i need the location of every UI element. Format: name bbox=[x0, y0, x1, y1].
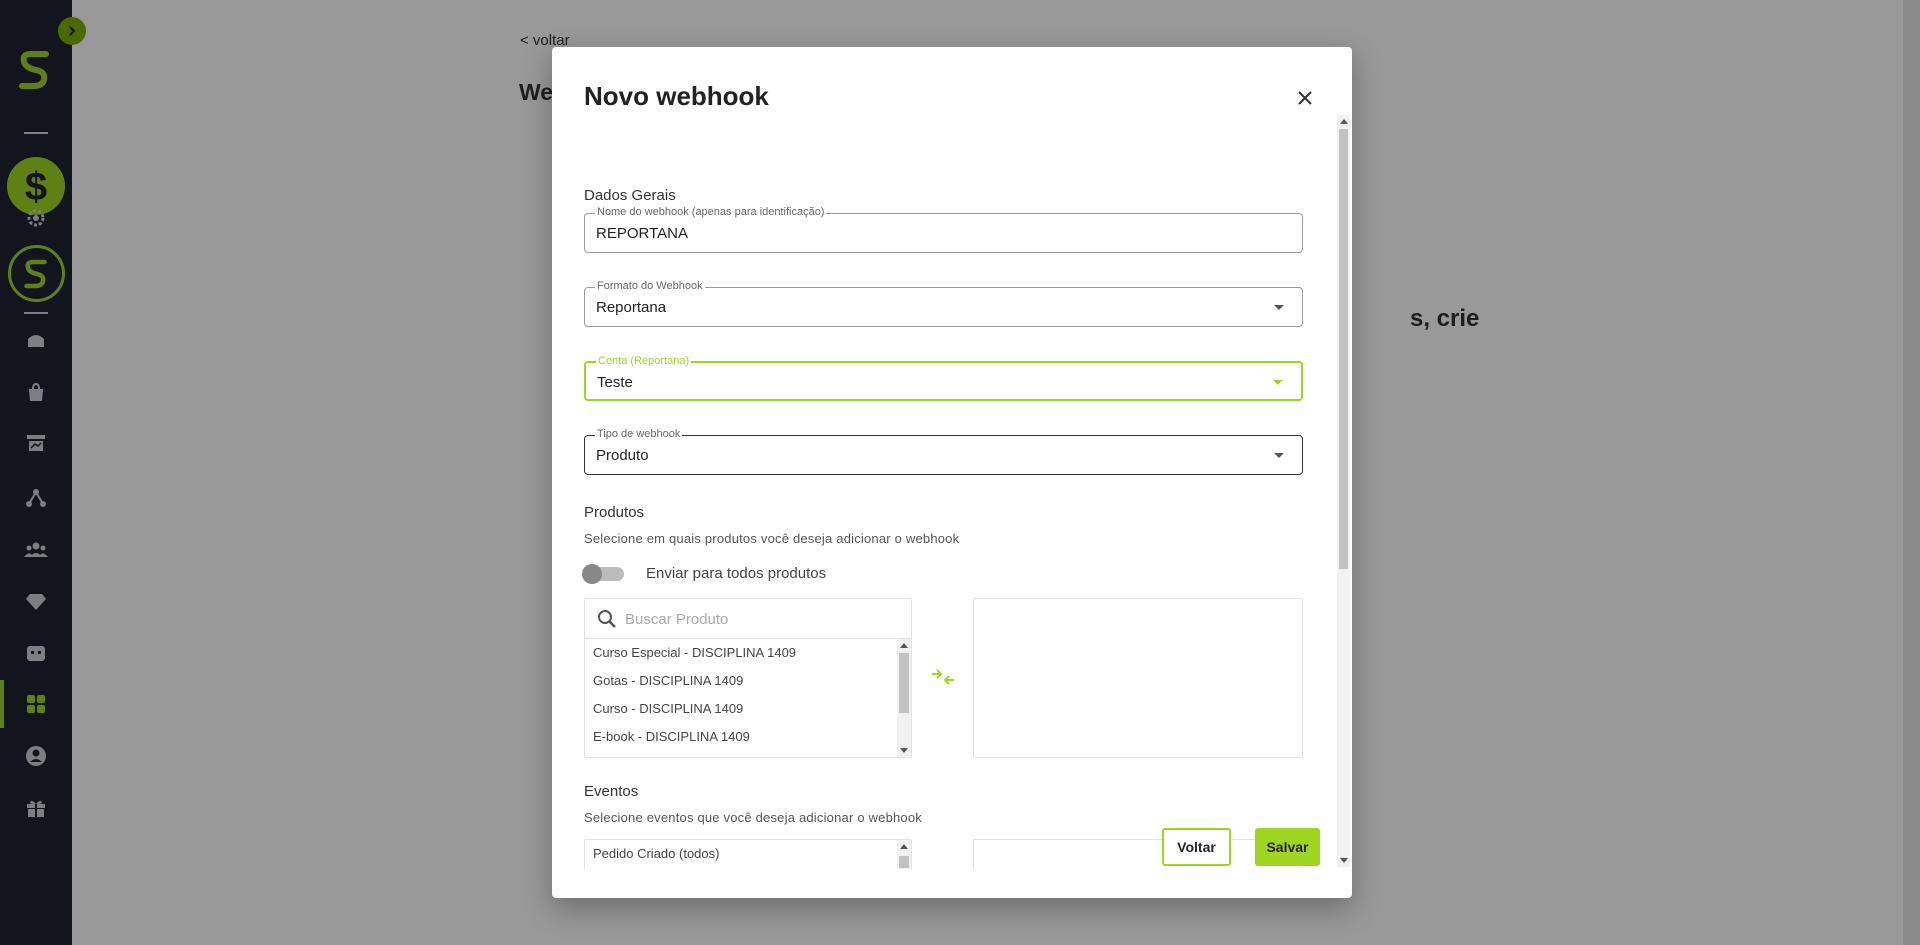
events-section-title: Eventos bbox=[584, 783, 639, 800]
toggle-label: Enviar para todos produtos bbox=[646, 565, 827, 582]
products-description: Selecione em quais produtos você deseja … bbox=[584, 531, 960, 546]
list-item[interactable]: Gotas - DISCIPLINA 1409 bbox=[585, 667, 897, 695]
products-section-title: Produtos bbox=[584, 504, 645, 521]
close-button[interactable] bbox=[1292, 85, 1318, 111]
field-value: Reportana bbox=[596, 299, 667, 316]
field-value: Produto bbox=[596, 447, 649, 464]
product-search bbox=[585, 599, 911, 639]
save-button[interactable]: Salvar bbox=[1255, 828, 1320, 866]
field-label: Tipo de webhook bbox=[595, 428, 683, 440]
toggle-knob bbox=[582, 564, 602, 584]
field-value: Teste bbox=[597, 374, 633, 391]
page-scrollbar[interactable] bbox=[1903, 0, 1920, 945]
list-item[interactable]: Curso - DISCIPLINA 1409 bbox=[585, 695, 897, 723]
webhook-name-field[interactable]: Nome do webhook (apenas para identificaç… bbox=[584, 206, 1303, 253]
field-label: Conta (Reportana) bbox=[596, 355, 692, 367]
chevron-down-icon bbox=[1274, 305, 1284, 310]
chevron-down-icon bbox=[1274, 453, 1284, 458]
modal-title: Novo webhook bbox=[584, 81, 769, 111]
field-label: Formato do Webhook bbox=[595, 280, 705, 292]
product-list-scrollbar[interactable] bbox=[897, 639, 911, 757]
scroll-down-icon[interactable] bbox=[900, 748, 908, 753]
search-icon bbox=[598, 610, 616, 628]
webhook-format-select[interactable]: Formato do Webhook Reportana bbox=[584, 280, 1303, 327]
new-webhook-modal: Novo webhook Dados Gerais Nome do webhoo… bbox=[552, 47, 1352, 898]
events-description: Selecione eventos que você deseja adicio… bbox=[584, 810, 922, 825]
list-item[interactable]: Curso Especial - DISCIPLINA 1409 bbox=[585, 639, 897, 667]
list-item[interactable]: E-book - DISCIPLINA 1409 bbox=[585, 723, 897, 751]
products-source-list: Curso Especial - DISCIPLINA 1409 Gotas -… bbox=[584, 598, 912, 758]
scroll-thumb[interactable] bbox=[899, 856, 909, 868]
scroll-up-icon[interactable] bbox=[900, 844, 908, 849]
event-list-scrollbar[interactable] bbox=[897, 840, 911, 869]
products-selected-list bbox=[973, 598, 1303, 758]
field-label: Nome do webhook (apenas para identificaç… bbox=[595, 206, 827, 218]
field-value: REPORTANA bbox=[596, 225, 688, 242]
event-list-items: Pedido Criado (todos) bbox=[585, 840, 897, 868]
events-selected-list bbox=[973, 839, 1303, 869]
scroll-up-icon[interactable] bbox=[900, 643, 908, 648]
close-icon bbox=[1298, 91, 1312, 105]
scroll-up-icon[interactable] bbox=[1340, 119, 1348, 124]
transfer-arrows-icon[interactable] bbox=[930, 667, 956, 687]
scroll-thumb[interactable] bbox=[1339, 129, 1348, 569]
chevron-down-icon bbox=[1273, 380, 1283, 385]
scroll-thumb[interactable] bbox=[899, 653, 909, 713]
send-all-products-toggle[interactable] bbox=[582, 564, 624, 584]
general-section-title: Dados Gerais bbox=[584, 187, 676, 204]
webhook-type-select[interactable]: Tipo de webhook Produto bbox=[584, 428, 1303, 475]
modal-body: Dados Gerais Nome do webhook (apenas par… bbox=[552, 117, 1352, 869]
back-button[interactable]: Voltar bbox=[1162, 828, 1231, 866]
modal-scrollbar[interactable] bbox=[1337, 115, 1350, 867]
list-item[interactable]: Pedido Criado (todos) bbox=[585, 840, 897, 868]
events-source-list: Pedido Criado (todos) bbox=[584, 839, 912, 869]
product-list-items: Curso Especial - DISCIPLINA 1409 Gotas -… bbox=[585, 639, 897, 751]
account-select[interactable]: Conta (Reportana) Teste bbox=[584, 355, 1303, 401]
product-search-input[interactable] bbox=[625, 607, 895, 631]
scroll-down-icon[interactable] bbox=[1340, 858, 1348, 863]
